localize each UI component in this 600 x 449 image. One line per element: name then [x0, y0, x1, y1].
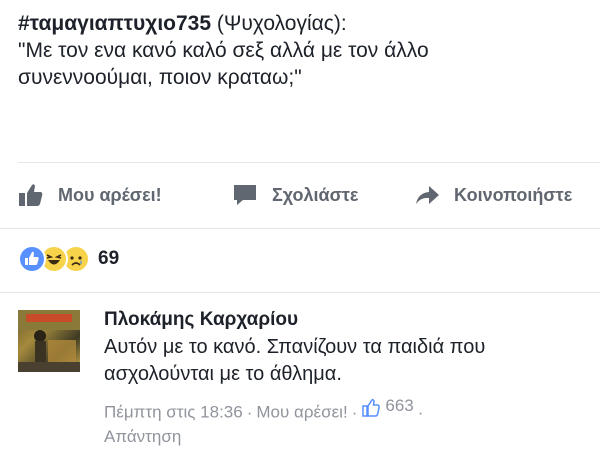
- meta-separator: ·: [417, 402, 424, 422]
- post-divider: [18, 162, 600, 163]
- post-text: #ταμαγιαπτυχιο735 (Ψυχολογίας): "Με τον …: [18, 10, 588, 91]
- actions-divider: [0, 228, 600, 229]
- comment-meta: Πέμπτη στις 18:36 · Μου αρέσει! · 663 ·: [104, 394, 594, 425]
- comment-like-button[interactable]: Μου αρέσει!: [256, 403, 347, 422]
- avatar[interactable]: [18, 310, 80, 372]
- comment-author[interactable]: Πλοκάμης Καρχαρίου: [104, 308, 594, 332]
- comment-like-count-value: 663: [385, 396, 414, 415]
- post-text-line: "Με τον ενα κανό καλό σεξ αλλά με τον άλ…: [18, 39, 429, 62]
- post-text-line: συνεννοούμαι, ποιον κραταω;": [18, 66, 302, 89]
- post-source: (Ψυχολογίας):: [211, 12, 347, 35]
- like-label: Μου αρέσει!: [58, 184, 162, 205]
- comment-icon: [232, 183, 258, 207]
- share-button[interactable]: Κοινοποιήστε: [414, 164, 572, 226]
- share-icon: [414, 183, 440, 207]
- comment-label: Σχολιάστε: [272, 184, 359, 205]
- meta-separator: ·: [351, 402, 358, 422]
- post-actions-bar: Μου αρέσει! Σχολιάστε Κοινοποιήστε: [0, 164, 600, 226]
- comment-text-line: ασχολούνται με το άθλημα.: [104, 363, 342, 385]
- reply-button[interactable]: Απάντηση: [104, 425, 594, 449]
- comment-like-count[interactable]: 663: [361, 394, 414, 418]
- like-button[interactable]: Μου αρέσει!: [18, 164, 162, 226]
- share-label: Κοινοποιήστε: [454, 184, 573, 205]
- thumbs-up-outline-icon: [361, 398, 381, 418]
- like-reaction-icon: [18, 245, 46, 273]
- comment-timestamp[interactable]: Πέμπτη στις 18:36: [104, 403, 243, 422]
- comment-text: Αυτόν με το κανό. Σπανίζουν τα παιδιά πο…: [104, 334, 594, 388]
- comment-button[interactable]: Σχολιάστε: [232, 164, 358, 226]
- post-hashtag[interactable]: #ταμαγιαπτυχιο735: [18, 12, 211, 35]
- reactions-summary[interactable]: 69: [18, 244, 119, 274]
- meta-separator: ·: [246, 402, 253, 422]
- reactions-divider: [0, 292, 600, 293]
- reaction-count: 69: [98, 248, 120, 269]
- thumbs-up-icon: [18, 183, 44, 207]
- comment-text-line: Αυτόν με το κανό. Σπανίζουν τα παιδιά πο…: [104, 336, 486, 358]
